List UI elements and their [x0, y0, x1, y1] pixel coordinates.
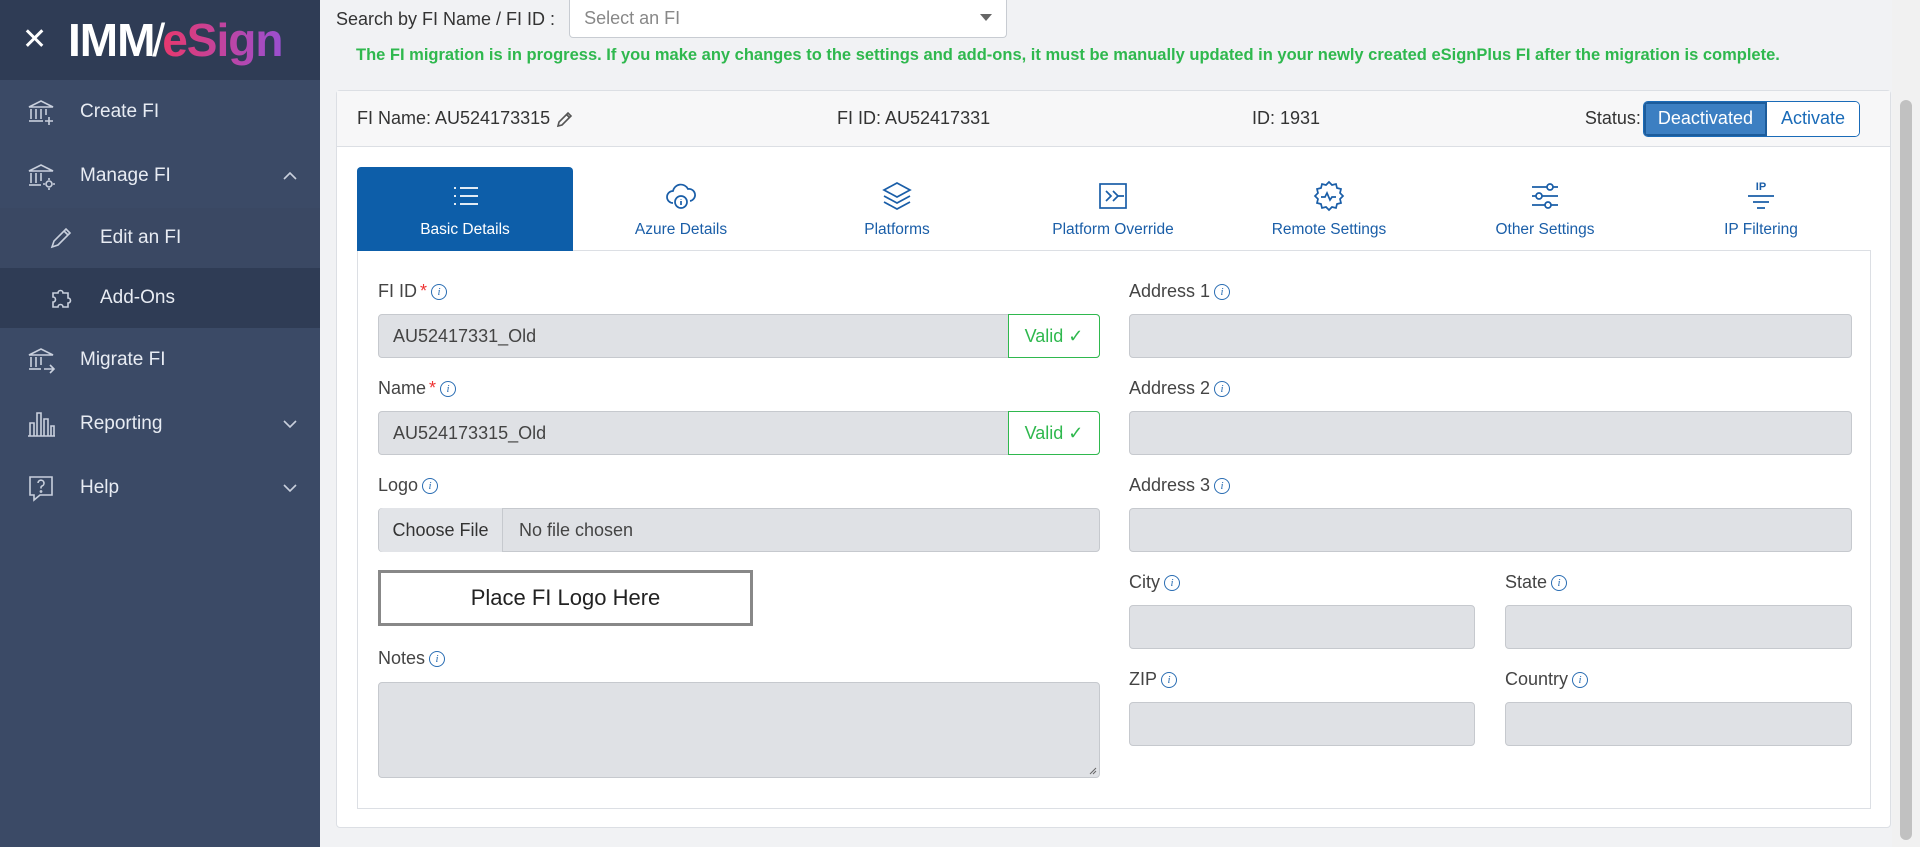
info-icon[interactable]: i	[1572, 671, 1589, 688]
activate-button[interactable]: Activate	[1766, 101, 1859, 136]
info-icon[interactable]: i	[431, 283, 448, 300]
settings-tabs: Basic Details Azure Details Platforms Pl…	[357, 167, 1871, 251]
ip-filter-icon: IP	[1748, 181, 1774, 209]
zip-label: ZIP i	[1129, 669, 1178, 690]
resize-grip-icon[interactable]	[1087, 765, 1097, 775]
city-label: City i	[1129, 572, 1180, 593]
info-icon[interactable]: i	[1214, 380, 1231, 397]
address2-input[interactable]	[1129, 411, 1852, 455]
puzzle-icon	[52, 289, 72, 308]
status-toggle: Deactivated Activate	[1642, 100, 1860, 137]
migration-banner: The FI migration is in progress. If you …	[356, 46, 1780, 64]
name-label: Name * i	[378, 378, 457, 399]
info-icon[interactable]: i	[1164, 574, 1180, 591]
logo-file-input[interactable]: Choose File No file chosen	[378, 508, 1100, 552]
fi-card-header: FI Name: AU524173315 FI ID: AU52417331 I…	[337, 91, 1890, 147]
app-logo: IMM / eSign	[68, 14, 283, 66]
help-bubble-icon	[29, 476, 53, 502]
sliders-icon	[1532, 183, 1558, 209]
info-icon[interactable]: i	[1214, 283, 1231, 300]
bank-plus-icon	[28, 100, 54, 125]
address2-label: Address 2i	[1129, 378, 1231, 399]
bar-chart-icon	[28, 412, 55, 437]
bank-arrow-icon	[28, 348, 56, 374]
tab-basic-details[interactable]: Basic Details	[357, 167, 573, 251]
fi-id-display: FI ID: AU52417331	[837, 108, 991, 128]
deactivated-button[interactable]: Deactivated	[1643, 101, 1767, 136]
fi-id-input[interactable]: AU52417331_Old	[378, 314, 1100, 358]
basic-details-form: FI ID * i AU52417331_Old Valid ✓ Name * i AU…	[357, 251, 1871, 809]
page-scrollbar[interactable]	[1892, 0, 1920, 847]
nav-add-ons[interactable]: Add-Ons	[0, 268, 320, 328]
nav-help[interactable]: Help	[0, 456, 320, 520]
box-arrow-icon	[1099, 183, 1127, 209]
fi-select-dropdown[interactable]: Select an FI	[569, 0, 1008, 38]
tab-other-settings[interactable]: Other Settings	[1437, 167, 1653, 251]
state-input[interactable]	[1505, 605, 1852, 649]
record-id-display: ID: 1931	[1252, 108, 1321, 128]
fi-search-bar: Search by FI Name / FI ID : Select an FI	[336, 0, 1008, 38]
tab-ip-filtering[interactable]: IP IP Filtering	[1653, 167, 1869, 251]
chevron-up-icon	[283, 171, 297, 180]
tab-azure-details[interactable]: Azure Details	[573, 167, 789, 251]
bank-gear-icon	[28, 164, 55, 190]
nav-create-fi[interactable]: Create FI	[0, 80, 320, 144]
name-input[interactable]: AU524173315_Old	[378, 411, 1100, 455]
address3-label: Address 3i	[1129, 475, 1231, 496]
nav-reporting[interactable]: Reporting	[0, 392, 320, 456]
nav-manage-fi[interactable]: Manage FI	[0, 144, 320, 208]
name-valid-badge: Valid ✓	[1008, 411, 1100, 455]
tab-platform-override[interactable]: Platform Override	[1005, 167, 1221, 251]
country-input[interactable]	[1505, 702, 1852, 746]
cloud-info-icon	[666, 183, 696, 209]
info-icon[interactable]: i	[440, 380, 457, 397]
address1-label: Address 1i	[1129, 281, 1231, 302]
list-icon	[454, 187, 478, 205]
scrollbar-thumb[interactable]	[1900, 100, 1912, 840]
nav-edit-fi[interactable]: Edit an FI	[0, 208, 320, 268]
chevron-down-icon	[283, 484, 297, 493]
main-content: Search by FI Name / FI ID : Select an FI…	[320, 0, 1920, 847]
fi-card: FI Name: AU524173315 FI ID: AU52417331 I…	[336, 90, 1891, 828]
address3-input[interactable]	[1129, 508, 1852, 552]
zip-input[interactable]	[1129, 702, 1475, 746]
nav-migrate-fi[interactable]: Migrate FI	[0, 328, 320, 392]
logo-placeholder: Place FI Logo Here	[378, 570, 753, 626]
choose-file-button[interactable]: Choose File	[379, 508, 503, 552]
fi-id-label: FI ID * i	[378, 281, 448, 302]
info-icon[interactable]: i	[1551, 574, 1568, 591]
info-icon[interactable]: i	[1214, 477, 1231, 494]
info-icon[interactable]: i	[422, 477, 439, 494]
info-icon[interactable]: i	[1161, 671, 1178, 688]
svg-text:IP: IP	[1756, 181, 1766, 193]
close-icon[interactable]: ✕	[22, 25, 52, 55]
fi-id-valid-badge: Valid ✓	[1008, 314, 1100, 358]
address1-input[interactable]	[1129, 314, 1852, 358]
brand-bar: ✕ IMM / eSign	[0, 0, 320, 80]
country-label: Country i	[1505, 669, 1589, 690]
logo-label: Logo i	[378, 475, 439, 496]
state-label: State i	[1505, 572, 1568, 593]
layers-icon	[882, 182, 912, 210]
notes-textarea[interactable]	[378, 682, 1100, 778]
info-icon[interactable]: i	[429, 650, 446, 667]
tab-remote-settings[interactable]: Remote Settings	[1221, 167, 1437, 251]
gear-pulse-icon	[1313, 180, 1345, 212]
fi-name-display: FI Name: AU524173315	[357, 108, 574, 129]
sidebar: ✕ IMM / eSign Create FI Manage FI Edit an …	[0, 0, 320, 847]
edit-pencil-icon[interactable]	[556, 110, 574, 128]
notes-label: Notes i	[378, 648, 446, 669]
city-input[interactable]	[1129, 605, 1475, 649]
status-control: Status: Deactivated Activate	[1585, 100, 1860, 137]
caret-down-icon	[980, 14, 993, 21]
pencil-icon	[50, 227, 72, 249]
tab-platforms[interactable]: Platforms	[789, 167, 1005, 251]
chevron-down-icon	[283, 420, 297, 429]
search-label: Search by FI Name / FI ID :	[336, 8, 556, 29]
